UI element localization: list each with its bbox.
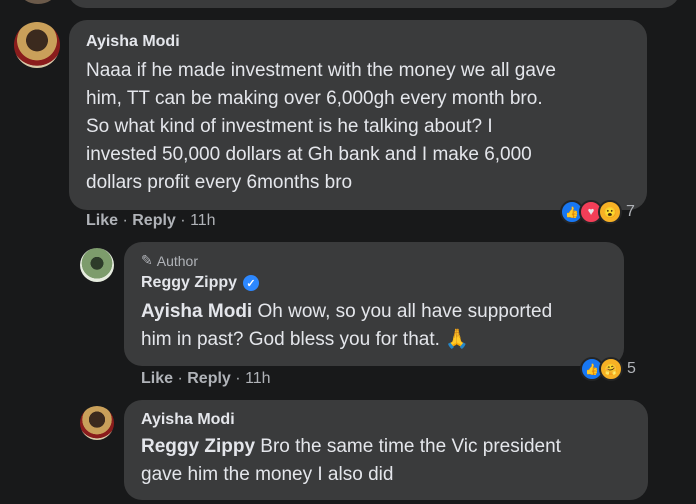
reaction-summary[interactable]: 👍 ♥ 😮 7 bbox=[560, 200, 635, 224]
avatar[interactable] bbox=[14, 22, 60, 68]
folded-hands-icon: 🙏 bbox=[445, 329, 469, 350]
comment-line: him, TT can be making over 6,000gh every… bbox=[86, 88, 543, 109]
separator: · bbox=[180, 212, 191, 229]
reaction-count: 7 bbox=[626, 203, 635, 220]
comment-text: Reggy Zippy Bro the same time the Vic pr… bbox=[141, 433, 646, 489]
comment-line: So what kind of investment is he talking… bbox=[86, 116, 493, 137]
previous-comment-bubble bbox=[68, 0, 680, 8]
comment-text: Ayisha Modi Oh wow, so you all have supp… bbox=[141, 298, 621, 354]
timestamp[interactable]: 11h bbox=[190, 212, 216, 229]
mention-link[interactable]: Ayisha Modi bbox=[141, 301, 252, 322]
verified-icon: ✓ bbox=[243, 275, 260, 291]
comment-author[interactable]: Reggy Zippy ✓ bbox=[141, 274, 260, 292]
reply-button[interactable]: Reply bbox=[132, 212, 176, 229]
avatar[interactable] bbox=[80, 248, 114, 282]
reply-bubble: ✎ Author Reggy Zippy ✓ Ayisha Modi Oh wo… bbox=[124, 242, 624, 366]
comment-actions: Like · Reply · 11h bbox=[86, 212, 216, 230]
previous-avatar[interactable] bbox=[20, 0, 56, 4]
comment-line: Oh wow, so you all have supported bbox=[257, 301, 553, 322]
comment-author[interactable]: Ayisha Modi bbox=[141, 411, 235, 429]
reaction-count: 5 bbox=[627, 360, 636, 377]
reply-bubble: Ayisha Modi Reggy Zippy Bro the same tim… bbox=[124, 400, 648, 500]
comment-actions: Like · Reply · 11h bbox=[141, 370, 271, 388]
comment-text: Naaa if he made investment with the mone… bbox=[86, 57, 642, 197]
timestamp[interactable]: 11h bbox=[245, 370, 271, 387]
separator: · bbox=[235, 370, 246, 387]
pen-icon: ✎ bbox=[141, 252, 153, 268]
author-badge: ✎ Author bbox=[141, 252, 198, 269]
comment-line: Naaa if he made investment with the mone… bbox=[86, 60, 556, 81]
reaction-summary[interactable]: 👍 🤗 5 bbox=[580, 357, 636, 381]
separator: · bbox=[177, 370, 188, 387]
badge-label: Author bbox=[156, 252, 198, 269]
comment-line: Bro the same time the Vic president bbox=[260, 436, 561, 457]
separator: · bbox=[122, 212, 133, 229]
like-button[interactable]: Like bbox=[86, 212, 118, 229]
avatar[interactable] bbox=[80, 406, 114, 440]
comment-line: dollars profit every 6months bro bbox=[86, 172, 353, 193]
like-button[interactable]: Like bbox=[141, 370, 173, 387]
reply-button[interactable]: Reply bbox=[187, 370, 231, 387]
author-name[interactable]: Reggy Zippy bbox=[141, 274, 237, 292]
comment-bubble: Ayisha Modi Naaa if he made investment w… bbox=[69, 20, 647, 210]
comment-line: gave him the money I also did bbox=[141, 464, 394, 485]
comment-line: him in past? God bless you for that. bbox=[141, 329, 440, 350]
care-icon: 🤗 bbox=[599, 357, 623, 381]
comment-author[interactable]: Ayisha Modi bbox=[86, 33, 180, 51]
wow-icon: 😮 bbox=[598, 200, 622, 224]
mention-link[interactable]: Reggy Zippy bbox=[141, 436, 255, 457]
comment-line: invested 50,000 dollars at Gh bank and I… bbox=[86, 144, 532, 165]
